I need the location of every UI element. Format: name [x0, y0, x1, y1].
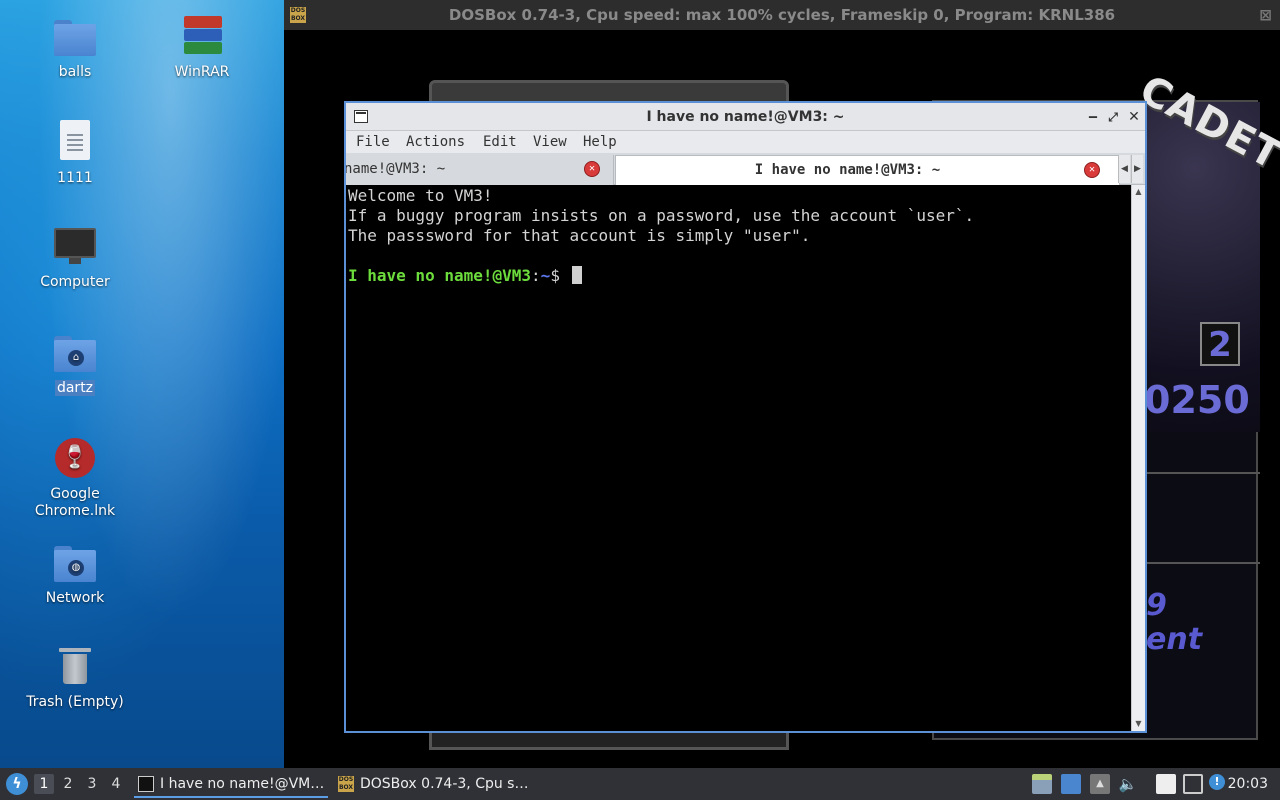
desktop-icon-label: Network	[45, 590, 105, 606]
workspace-4[interactable]: 4	[106, 774, 126, 794]
volume-icon[interactable]: 🔈	[1118, 774, 1138, 794]
terminal-prompt-line: I have no name!@VM3:~$	[348, 266, 582, 286]
minimize-icon[interactable]: ‒	[1084, 107, 1102, 127]
desktop-icon-google-chrome[interactable]: 🍷 Google Chrome.lnk	[20, 436, 130, 520]
workspace-3[interactable]: 3	[82, 774, 102, 794]
taskbar-item-label: DOSBox 0.74-3, Cpu s…	[360, 776, 528, 792]
terminal-window[interactable]: I have no name!@VM3: ~ ‒ ⤢ ✕ File Action…	[344, 101, 1147, 733]
prompt-user: I have no name!@VM3	[348, 266, 532, 285]
desktop-icon-label: Computer	[40, 274, 110, 290]
ball-number: 2	[1200, 322, 1240, 366]
scroll-up-icon[interactable]: ▲	[1132, 185, 1145, 199]
computer-icon	[53, 224, 97, 268]
vertical-scrollbar[interactable]: ▲ ▼	[1131, 185, 1145, 731]
terminal-icon	[138, 776, 154, 792]
window-icon[interactable]	[1061, 774, 1081, 794]
dosbox-icon: DOS BOX	[338, 776, 354, 792]
desktop-icon-label: balls	[58, 64, 92, 80]
text-document-icon	[53, 120, 97, 164]
desktop-icon-balls[interactable]: balls	[20, 14, 130, 81]
home-folder-icon: ⌂	[53, 330, 97, 374]
desktop-icon-label: Google Chrome.lnk	[34, 486, 116, 519]
tab-terminal-2[interactable]: I have no name!@VM3: ~ ✕	[615, 155, 1120, 185]
prompt-separator: :	[531, 266, 541, 285]
menu-bar: File Actions Edit View Help	[346, 131, 1145, 153]
game-message-line-1: 9	[1146, 588, 1167, 623]
tab-close-icon[interactable]: ✕	[584, 161, 600, 177]
menu-edit[interactable]: Edit	[483, 132, 517, 152]
workspace-2[interactable]: 2	[58, 774, 78, 794]
desktop-icon-dartz[interactable]: ⌂ dartz	[20, 330, 130, 397]
desktop-icon-network[interactable]: ◍ Network	[20, 540, 130, 607]
dosbox-icon: DOS BOX	[290, 7, 306, 23]
tab-scroll-right-icon[interactable]: ▶	[1131, 155, 1143, 183]
menu-file[interactable]: File	[356, 132, 390, 152]
dosbox-titlebar[interactable]: DOS BOX DOSBox 0.74-3, Cpu speed: max 100…	[284, 0, 1280, 30]
tab-bar: name!@VM3: ~ ✕ I have no name!@VM3: ~ ✕ …	[346, 153, 1145, 185]
eject-icon[interactable]: ▲	[1090, 774, 1110, 794]
taskbar-item-label: I have no name!@VM…	[160, 776, 325, 792]
scroll-down-icon[interactable]: ▼	[1132, 717, 1145, 731]
desktop-icon-label: WinRAR	[174, 64, 230, 80]
tab-close-icon[interactable]: ✕	[1084, 162, 1100, 178]
tab-terminal-1[interactable]: name!@VM3: ~ ✕	[346, 155, 614, 185]
prompt-directory: ~	[540, 266, 551, 285]
tab-label: I have no name!@VM3: ~	[754, 162, 941, 178]
score-display: 0250	[1144, 378, 1250, 422]
network-icon[interactable]	[1183, 774, 1203, 794]
terminal-line: The passsword for that account is simply…	[348, 226, 811, 245]
tab-label: name!@VM3: ~	[346, 161, 446, 177]
clock[interactable]: 20:03	[1228, 768, 1268, 800]
maximize-icon[interactable]: ⤢	[1104, 107, 1122, 127]
trash-icon	[53, 644, 97, 688]
taskbar-item-terminal[interactable]: I have no name!@VM…	[134, 770, 328, 798]
tab-scroll-left-icon[interactable]: ◀	[1118, 155, 1130, 183]
menu-view[interactable]: View	[533, 132, 567, 152]
start-menu-icon[interactable]: ϟ	[6, 773, 28, 795]
desktop-icon-label: 1111	[57, 170, 93, 186]
desktop-icon-1111[interactable]: 1111	[20, 120, 130, 187]
dosbox-title: DOSBox 0.74-3, Cpu speed: max 100% cycle…	[448, 6, 1116, 24]
terminal-titlebar[interactable]: I have no name!@VM3: ~ ‒ ⤢ ✕	[346, 103, 1145, 131]
wine-icon: 🍷	[53, 436, 97, 480]
removable-drive-icon[interactable]	[1032, 774, 1052, 794]
desktop-icon-winrar[interactable]: WinRAR	[147, 14, 257, 81]
terminal-line: If a buggy program insists on a password…	[348, 206, 975, 225]
update-notifier-icon[interactable]: !	[1209, 774, 1225, 790]
desktop-icon-trash[interactable]: Trash (Empty)	[20, 644, 130, 711]
terminal-title: I have no name!@VM3: ~	[646, 109, 845, 125]
terminal-output[interactable]: Welcome to VM3! If a buggy program insis…	[346, 185, 1131, 731]
terminal-line: Welcome to VM3!	[348, 186, 493, 205]
game-message-line-2: ent	[1146, 622, 1203, 657]
close-icon[interactable]: ✕	[1125, 107, 1143, 127]
network-folder-icon: ◍	[53, 540, 97, 584]
taskbar-item-dosbox[interactable]: DOS BOX DOSBox 0.74-3, Cpu s…	[334, 770, 528, 798]
text-cursor	[571, 266, 582, 284]
desktop-icon-label: Trash (Empty)	[26, 694, 124, 710]
menu-help[interactable]: Help	[583, 132, 617, 152]
workspace-1[interactable]: 1	[34, 774, 54, 794]
clipboard-icon[interactable]	[1156, 774, 1176, 794]
desktop-icon-computer[interactable]: Computer	[20, 224, 130, 291]
desktop-icon-label: dartz	[54, 380, 96, 396]
taskbar: ϟ 1 2 3 4 I have no name!@VM… DOS BOX DOS…	[0, 768, 1280, 800]
winrar-icon	[180, 14, 224, 58]
desktop: balls WinRAR 1111 Computer ⌂ dartz 🍷 Goo…	[0, 0, 284, 768]
close-icon[interactable]: ⊠	[1259, 0, 1272, 30]
menu-actions[interactable]: Actions	[406, 132, 465, 152]
prompt-symbol: $	[550, 266, 560, 285]
folder-icon	[53, 14, 97, 58]
